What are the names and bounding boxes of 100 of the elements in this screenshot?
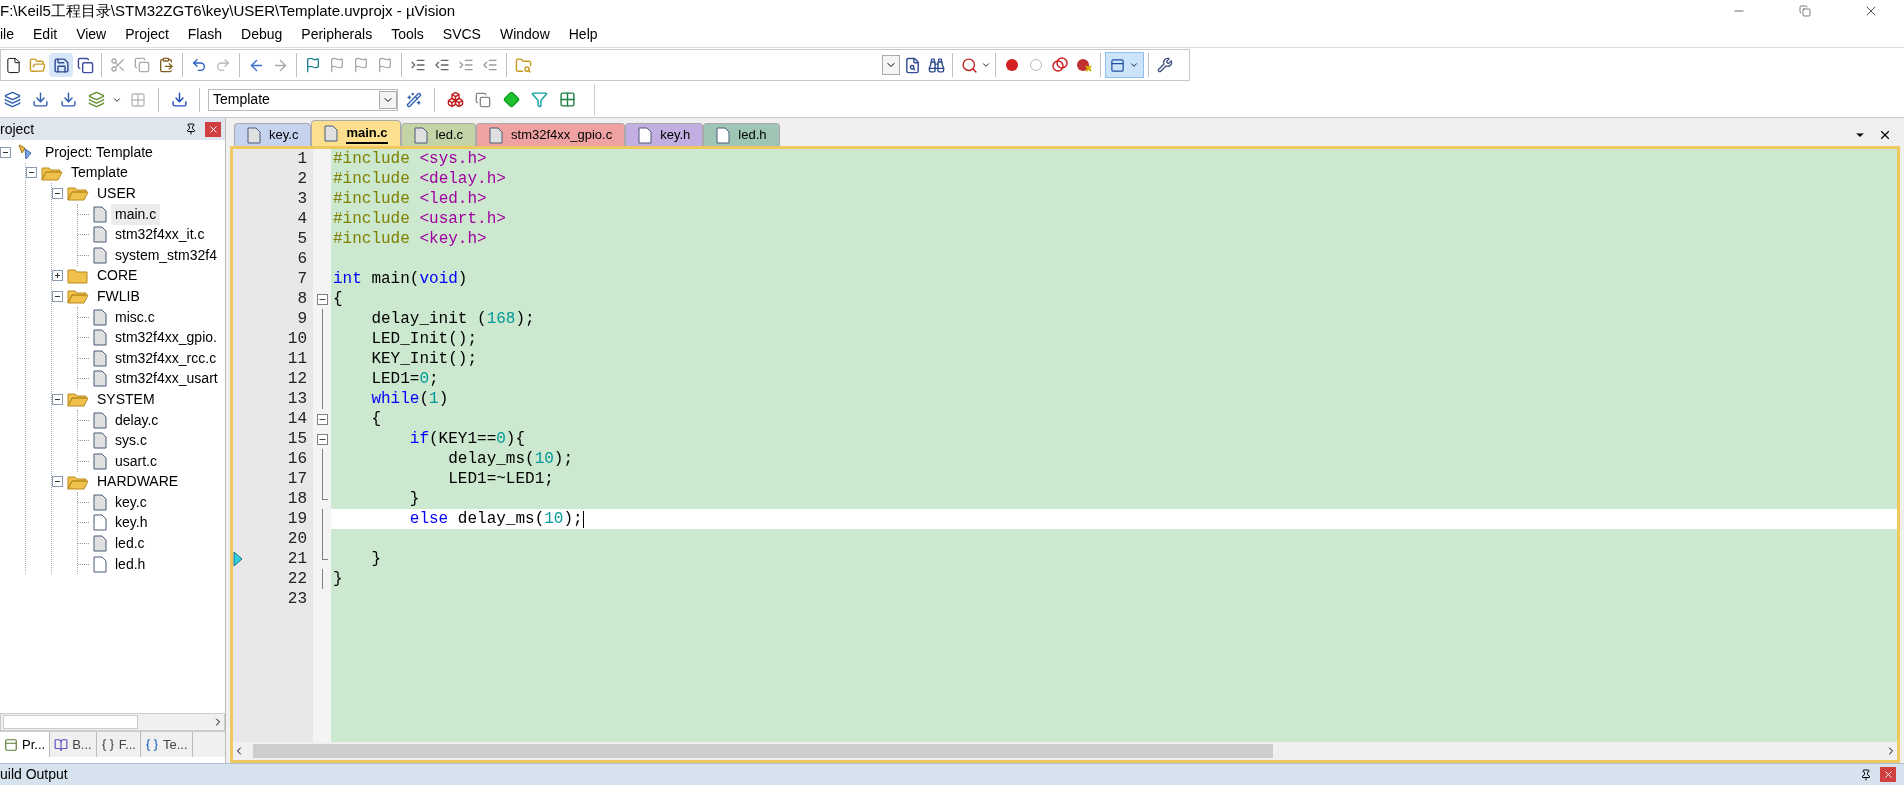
code-line: { — [333, 289, 343, 309]
tree-file[interactable]: delay.c — [111, 409, 163, 431]
file-icon — [93, 535, 107, 553]
code-line: delay_init (168); — [370, 309, 535, 329]
menu-item[interactable]: Debug — [241, 24, 283, 45]
editor-tab[interactable]: key.c — [234, 123, 312, 146]
tree-file[interactable]: main.c — [111, 203, 161, 225]
menu-item[interactable]: Edit — [33, 24, 58, 45]
tree-file[interactable]: misc.c — [111, 306, 159, 328]
tree-file[interactable]: sys.c — [111, 430, 151, 452]
tree-file[interactable]: usart.c — [111, 450, 161, 472]
target-select[interactable]: Template — [208, 88, 398, 111]
file-icon — [638, 126, 653, 144]
code-line: #include <sys.h> — [333, 149, 487, 169]
tree-file[interactable]: led.h — [111, 553, 150, 575]
tree-folder[interactable]: USER — [93, 183, 140, 204]
menu-item[interactable]: Flash — [187, 24, 223, 45]
dropdown-field[interactable] — [882, 55, 900, 75]
tree-file[interactable]: key.h — [111, 512, 152, 534]
pin-icon — [1860, 768, 1872, 781]
code-line: int main(void) — [333, 269, 468, 289]
file-icon — [93, 411, 107, 429]
collapse-icon[interactable] — [0, 146, 11, 158]
tree-file[interactable]: key.c — [111, 491, 151, 513]
file-icon — [93, 329, 107, 347]
tree-file[interactable]: stm32f4xx_usart — [111, 368, 222, 390]
file-icon — [716, 126, 731, 144]
caret-icon — [981, 60, 991, 70]
close-button[interactable] — [205, 121, 221, 137]
tree-file[interactable]: stm32f4xx_rcc.c — [111, 347, 221, 369]
window-title: F:\Keil5工程目录\STM32ZGT6\key\USER\Template.uvprojx - µVision — [0, 0, 456, 21]
tree-folder[interactable]: SYSTEM — [93, 388, 159, 410]
tree-folder[interactable]: FWLIB — [93, 285, 144, 307]
line-number: 20 — [287, 529, 307, 549]
file-icon — [247, 126, 261, 144]
menu-item[interactable]: View — [76, 24, 107, 45]
code-line: if(KEY1==0){ — [408, 429, 526, 449]
close-button[interactable] — [1880, 767, 1896, 782]
book-icon — [54, 737, 69, 752]
window-icon — [1110, 57, 1125, 73]
caret-icon — [1129, 60, 1139, 70]
tree-file[interactable]: system_stm32f4 — [111, 244, 221, 266]
tree-folder[interactable]: Project: Template — [41, 141, 157, 163]
menu-item[interactable]: Peripherals — [301, 24, 373, 45]
menu-item[interactable]: Project — [125, 24, 169, 45]
line-number: 21 — [287, 549, 307, 569]
menu-item[interactable]: Help — [568, 24, 598, 45]
line-number: 11 — [287, 349, 307, 369]
file-icon — [413, 126, 428, 144]
line-number: 9 — [297, 309, 307, 329]
panel-title: uild Output — [0, 765, 68, 784]
line-number: 13 — [287, 389, 307, 409]
line-number: 18 — [287, 489, 307, 509]
open-folder-icon — [67, 391, 89, 408]
code-line: { — [370, 409, 381, 429]
code-line: delay_ms(10); — [447, 449, 574, 469]
editor-tab[interactable]: led.h — [703, 123, 780, 146]
line-number: 3 — [297, 189, 307, 209]
code-line: KEY_Init(); — [370, 349, 478, 369]
editor-tab[interactable]: key.h — [625, 123, 704, 146]
collapse-icon[interactable] — [316, 413, 328, 425]
menu-item[interactable]: Tools — [391, 24, 424, 45]
menu-item[interactable]: Window — [499, 24, 550, 45]
editor-tab[interactable]: led.c — [400, 123, 477, 146]
tree-file[interactable]: stm32f4xx_gpio. — [111, 327, 221, 349]
code-line: } — [333, 569, 343, 589]
tree-folder[interactable]: CORE — [93, 265, 142, 287]
collapse-icon[interactable] — [316, 433, 328, 445]
file-icon — [93, 555, 107, 573]
panel-tab[interactable]: Pr... — [0, 732, 51, 757]
collapse-icon[interactable] — [52, 393, 63, 405]
line-number: 1 — [297, 149, 307, 169]
collapse-icon[interactable] — [316, 293, 328, 305]
collapse-icon[interactable] — [52, 290, 63, 302]
collapse-icon[interactable] — [52, 188, 63, 199]
menu-item[interactable]: ile — [0, 24, 14, 45]
file-icon — [93, 493, 107, 511]
collapse-icon[interactable] — [52, 476, 63, 488]
line-number: 5 — [297, 229, 307, 249]
line-number: 22 — [287, 569, 307, 589]
tree-folder[interactable]: Template — [67, 162, 132, 184]
tree-folder[interactable]: HARDWARE — [93, 471, 183, 493]
collapse-icon[interactable] — [26, 167, 37, 179]
editor-tab[interactable]: stm32f4xx_gpio.c — [476, 123, 626, 146]
menu-item[interactable]: SVCS — [442, 24, 481, 45]
editor-tab[interactable]: main.c — [311, 120, 401, 146]
window-toggle-button[interactable] — [1105, 52, 1144, 78]
line-number: 23 — [287, 589, 307, 609]
file-icon — [93, 370, 107, 388]
restore-icon — [1799, 5, 1811, 17]
save-icon[interactable] — [49, 53, 73, 77]
file-icon — [93, 432, 107, 450]
file-icon — [93, 308, 107, 326]
expand-icon[interactable] — [52, 270, 63, 282]
project-icon — [4, 737, 18, 752]
tree-file[interactable]: led.c — [111, 533, 149, 555]
tree-file[interactable]: stm32f4xx_it.c — [111, 224, 209, 246]
line-number: 2 — [297, 169, 307, 189]
scrollbar[interactable] — [0, 713, 225, 731]
code-line: #include <key.h> — [333, 229, 487, 249]
